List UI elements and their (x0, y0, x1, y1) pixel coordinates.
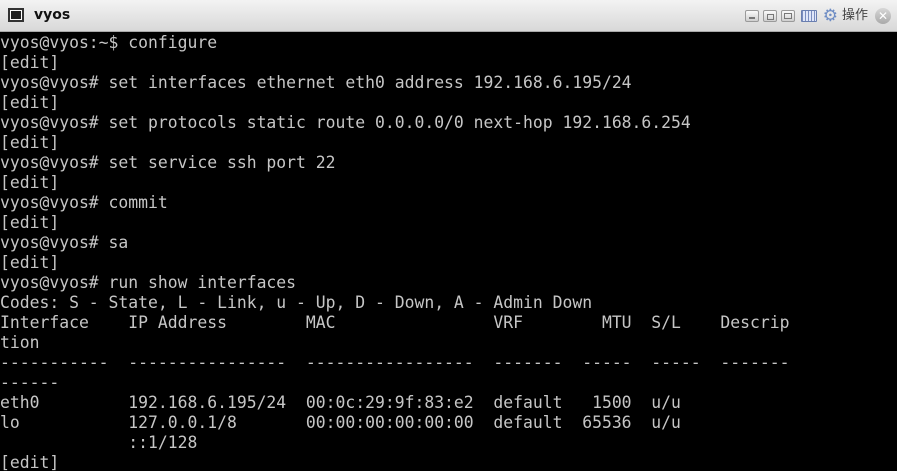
terminal-line: lo 127.0.0.1/8 00:00:00:00:00:00 default… (0, 413, 681, 432)
terminal-line: ----------- ---------------- -----------… (0, 353, 790, 372)
terminal-line: vyos@vyos# run show interfaces (0, 273, 297, 292)
terminal-line: Interface IP Address MAC VRF MTU S/L Des… (0, 313, 790, 332)
restore-icon[interactable] (762, 10, 777, 22)
window-controls: ⚙ 操作 ✕ (744, 7, 891, 25)
close-icon[interactable]: ✕ (875, 8, 891, 24)
terminal-line: vyos@vyos# commit (0, 193, 168, 212)
maximize-icon[interactable] (780, 10, 795, 22)
terminal-line: ::1/128 (0, 433, 198, 452)
title-bar: vyos ⚙ 操作 ✕ (0, 0, 897, 32)
terminal-line: vyos@vyos# set service ssh port 22 (0, 153, 336, 172)
terminal-line: [edit] (0, 453, 60, 471)
terminal-line: [edit] (0, 253, 60, 272)
gear-icon[interactable]: ⚙ (823, 7, 838, 25)
keyboard-icon[interactable] (800, 10, 817, 22)
terminal-line: tion (0, 333, 40, 352)
terminal-line: [edit] (0, 53, 60, 72)
terminal-line: [edit] (0, 93, 60, 112)
terminal-output[interactable]: vyos@vyos:~$ configure [edit] vyos@vyos#… (0, 32, 897, 471)
terminal-app-icon (8, 8, 24, 22)
terminal-line: [edit] (0, 133, 60, 152)
terminal-line: [edit] (0, 213, 60, 232)
vm-console-window: vyos ⚙ 操作 ✕ vyos@vyos:~$ configure [edit… (0, 0, 897, 471)
ops-menu-button[interactable]: 操作 (842, 7, 868, 25)
minimize-icon[interactable] (744, 10, 759, 22)
terminal-line: Codes: S - State, L - Link, u - Up, D - … (0, 293, 593, 312)
terminal-line: vyos@vyos# sa (0, 233, 129, 252)
terminal-line: vyos@vyos:~$ configure (0, 33, 218, 52)
terminal-line: eth0 192.168.6.195/24 00:0c:29:9f:83:e2 … (0, 393, 681, 412)
window-title: vyos (34, 7, 71, 23)
terminal-line: [edit] (0, 173, 60, 192)
terminal-line: vyos@vyos# set protocols static route 0.… (0, 113, 691, 132)
terminal-line: vyos@vyos# set interfaces ethernet eth0 … (0, 73, 632, 92)
terminal-line: ------ (0, 373, 60, 392)
